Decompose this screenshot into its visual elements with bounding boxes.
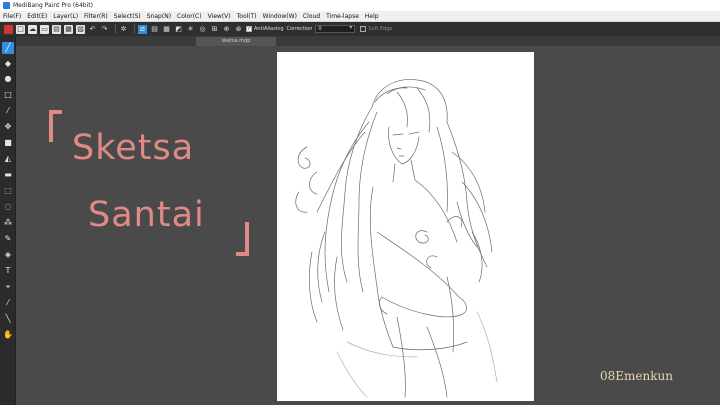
document-icon[interactable]: ▤ (52, 24, 61, 34)
antialiasing-label: AntiAliasing (254, 26, 284, 32)
menu-window[interactable]: Window(W) (263, 13, 297, 20)
bucket-icon[interactable]: ◭ (2, 153, 14, 165)
open-bracket (49, 110, 62, 142)
redo-icon[interactable]: ↷ (100, 25, 109, 34)
menu-color[interactable]: Color(C) (177, 13, 202, 20)
snap-vanishing-icon[interactable]: ◩ (174, 25, 183, 34)
select-eraser-icon[interactable]: ◈ (2, 249, 14, 261)
soft-edge-checkbox[interactable] (360, 26, 367, 32)
correction-label: Correction (286, 26, 313, 32)
snap-curve-icon[interactable]: ⊞ (210, 25, 219, 34)
snap-grid-icon[interactable]: ⊕ (222, 25, 231, 34)
overlay-title-line2: Santai (88, 195, 205, 235)
menu-file[interactable]: File(F) (3, 13, 21, 20)
menu-tool[interactable]: Tool(T) (237, 13, 257, 20)
antialiasing-checkbox[interactable]: ✓ (246, 26, 252, 32)
snap-perspective-icon[interactable]: ⊗ (234, 25, 243, 34)
snap-circle-icon[interactable]: ◎ (198, 25, 207, 34)
blur-icon[interactable]: ⁄ (2, 105, 14, 117)
menu-view[interactable]: View(V) (208, 13, 231, 20)
cloud-icon[interactable]: ☁ (28, 24, 37, 34)
correction-select[interactable]: 0 (315, 25, 356, 33)
menu-help[interactable]: Help (365, 13, 379, 20)
snap-crisscross-icon[interactable]: ▦ (162, 25, 171, 34)
save-icon[interactable]: ▦ (64, 24, 73, 34)
drawing-canvas[interactable] (277, 52, 534, 401)
record-icon[interactable] (4, 24, 13, 34)
hand-icon[interactable]: ✋ (2, 329, 14, 341)
close-bracket (236, 222, 249, 256)
eyedropper-icon[interactable]: ⁄ (2, 297, 14, 309)
app-window: MediBang Paint Pro (64bit) File(F) Edit(… (0, 0, 720, 405)
snap-off-icon[interactable]: ⧄ (138, 24, 147, 34)
dropper-icon[interactable]: ╲ (2, 313, 14, 325)
overlay-title-line1: Sketsa (72, 128, 195, 168)
title-bar: MediBang Paint Pro (64bit) (0, 0, 720, 11)
sketch-drawing (295, 79, 498, 398)
snap-radial-icon[interactable]: ✳ (186, 25, 195, 34)
menu-edit[interactable]: Edit(E) (27, 13, 47, 20)
app-logo-icon (3, 2, 10, 9)
menu-bar: File(F) Edit(E) Layer(L) Filter(R) Selec… (0, 11, 720, 22)
menu-snap[interactable]: Snap(N) (147, 13, 171, 20)
brush-icon[interactable]: ╱ (2, 42, 14, 54)
fill-rect-icon[interactable]: ■ (2, 137, 14, 149)
select-pen-icon[interactable]: ✎ (2, 233, 14, 245)
lasso-icon[interactable]: ◌ (2, 201, 14, 213)
rectangle-icon[interactable]: □ (2, 89, 14, 101)
main-toolbar: □ ☁ ▭ ▤ ▦ ▧ ↶ ↷ ✲ ⧄ ▤ ▦ ◩ ✳ ◎ ⊞ ⊕ ⊗ ✓ An… (0, 22, 720, 36)
menu-filter[interactable]: Filter(R) (84, 13, 108, 20)
eraser-icon[interactable]: ◆ (2, 58, 14, 70)
menu-select[interactable]: Select(S) (114, 13, 141, 20)
new-file-icon[interactable]: □ (16, 24, 25, 34)
export-icon[interactable]: ▧ (76, 24, 85, 34)
menu-timelapse[interactable]: Time-lapse (326, 13, 359, 20)
window-title: MediBang Paint Pro (64bit) (13, 2, 93, 9)
magic-wand-icon[interactable]: ⁂ (2, 217, 14, 229)
toolbar-divider (134, 24, 135, 34)
undo-icon[interactable]: ↶ (88, 25, 97, 34)
select-rect-icon[interactable]: ⬚ (2, 185, 14, 197)
gradient-icon[interactable]: ▬ (2, 169, 14, 181)
snap-parallel-icon[interactable]: ▤ (150, 25, 159, 34)
watermark-signature: 08Emenkun (600, 369, 673, 383)
dot-icon[interactable]: ● (2, 73, 14, 85)
soft-edge-label: Soft Edge (368, 26, 393, 32)
move-icon[interactable]: ✥ (2, 121, 14, 133)
document-tab-strip: sketsa.mdp (16, 36, 720, 46)
menu-layer[interactable]: Layer(L) (53, 13, 78, 20)
text-icon[interactable]: T (2, 265, 14, 277)
chat-icon[interactable]: ▭ (40, 24, 49, 34)
tool-panel: ╱ ◆ ● □ ⁄ ✥ ■ ◭ ▬ ⬚ ◌ ⁂ ✎ ◈ T ⌖ ⁄ ╲ ✋ (0, 36, 16, 405)
settings-icon[interactable]: ✲ (119, 25, 128, 34)
operation-icon[interactable]: ⌖ (2, 281, 14, 293)
toolbar-divider (115, 24, 116, 34)
menu-cloud[interactable]: Cloud (303, 13, 320, 20)
document-tab[interactable]: sketsa.mdp (196, 37, 276, 46)
